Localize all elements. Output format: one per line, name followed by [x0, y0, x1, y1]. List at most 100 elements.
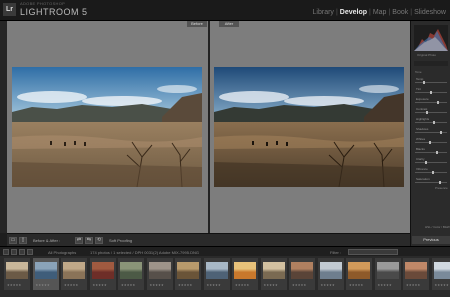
filmstrip-thumbnail[interactable]: ★★★★★ [431, 258, 450, 290]
filmstrip-thumbnail[interactable]: ★★★★★ [289, 258, 315, 290]
thumbnail-image [91, 262, 114, 279]
thumbnail-image [148, 262, 171, 279]
filmstrip-thumbnail[interactable]: ★★★★★ [346, 258, 372, 290]
filmstrip-thumbnail[interactable]: ★★★★★ [61, 258, 87, 290]
filmstrip-thumbnail[interactable]: ★★★★★ [203, 258, 230, 290]
thumbnail-rating: ★★★★★ [349, 283, 364, 287]
module-library[interactable]: Library [313, 9, 334, 16]
app-subtitle: ADOBE PHOTOSHOP [20, 1, 66, 6]
filter-dropdown[interactable] [348, 249, 398, 255]
slider-label: Shadows [416, 127, 429, 131]
slider-thumb[interactable] [423, 81, 425, 84]
filmstrip-thumbnail[interactable]: ★★★★★ [232, 258, 258, 290]
thumbnail-image [6, 262, 28, 279]
filmstrip-thumbnail[interactable]: ★★★★★ [89, 258, 116, 290]
filmstrip-thumbnail[interactable]: ★★★★★ [374, 258, 401, 290]
thumbnail-rating: ★★★★★ [320, 283, 335, 287]
hsl-section-label[interactable]: HSL / Color / B&W [425, 225, 450, 229]
module-develop[interactable]: Develop [340, 9, 367, 16]
thumbnail-image [348, 262, 370, 279]
slider-label: Highlights [416, 117, 430, 121]
slider-label: Clarity [416, 157, 425, 161]
slider-label: Vibrance [416, 167, 428, 171]
filmstrip-thumbnail[interactable]: ★★★★★ [260, 258, 287, 290]
copy-settings-icon[interactable]: ⇄ [75, 237, 83, 244]
filmstrip-thumbnail[interactable]: ★★★★★ [403, 258, 429, 290]
grid-view-icon[interactable] [3, 249, 9, 255]
forward-arrow-icon[interactable] [27, 249, 33, 255]
filmstrip-status: 174 photos / 1 selected / DPH 0031(2) Ad… [90, 250, 199, 255]
back-arrow-icon[interactable] [19, 249, 25, 255]
after-label: After [219, 21, 239, 27]
loupe-icon[interactable] [11, 249, 17, 255]
slider-thumb[interactable] [436, 151, 438, 154]
slider-track[interactable] [415, 102, 447, 103]
histogram[interactable] [414, 25, 448, 51]
slider-thumb[interactable] [425, 161, 427, 164]
module-picker: Library | Develop | Map | Book | Slidesh… [313, 9, 446, 16]
module-map[interactable]: Map [373, 9, 387, 16]
filmstrip-thumbnail[interactable]: ★★★★★ [175, 258, 201, 290]
slider-track[interactable] [415, 112, 447, 113]
slider-track[interactable] [415, 182, 447, 183]
filmstrip-thumbnail[interactable]: ★★★★★ [146, 258, 173, 290]
thumbnail-image [433, 262, 450, 279]
left-panel-collapsed[interactable] [0, 21, 7, 233]
thumbnail-image [376, 262, 399, 279]
thumbnail-image [262, 262, 285, 279]
soft-proofing-label[interactable]: Soft Proofing [109, 238, 132, 243]
thumbnail-rating: ★★★★★ [377, 283, 392, 287]
thumbnail-image [205, 262, 228, 279]
thumbnail-rating: ★★★★★ [292, 283, 307, 287]
slider-thumb[interactable] [440, 131, 442, 134]
histogram-caption: Original Photo [417, 53, 437, 57]
thumbnail-image [120, 262, 142, 279]
swap-icon[interactable]: ⇆ [85, 237, 93, 244]
slider-track[interactable] [415, 172, 447, 173]
thumbnail-rating: ★★★★★ [406, 283, 421, 287]
app-title: LIGHTROOM 5 [20, 7, 88, 17]
filmstrip-thumbnail[interactable]: ★★★★★ [118, 258, 144, 290]
filmstrip-thumbnail[interactable]: ★★★★★ [32, 258, 59, 290]
slider-thumb[interactable] [430, 91, 432, 94]
slider-thumb[interactable] [439, 181, 441, 184]
thumbnail-image [291, 262, 313, 279]
slider-thumb[interactable] [429, 141, 431, 144]
slider-label: Saturation [416, 177, 430, 181]
slider-thumb[interactable] [437, 101, 439, 104]
thumbnail-image [405, 262, 427, 279]
slider-track[interactable] [415, 132, 447, 133]
slider-thumb[interactable] [433, 121, 435, 124]
filmstrip-thumbnail[interactable]: ★★★★★ [4, 258, 30, 290]
module-slideshow[interactable]: Slideshow [414, 9, 446, 16]
slider-track[interactable] [415, 82, 447, 83]
before-after-icon[interactable]: ▯ [19, 237, 27, 244]
section-tone: Tone [415, 70, 422, 74]
thumbnail-image [319, 262, 342, 279]
thumbnail-rating: ★★★★★ [434, 283, 449, 287]
slider-track[interactable] [415, 162, 447, 163]
develop-toolbar: ▭ ▯ Before & After : ⇄ ⇆ ⟲ Soft Proofing [7, 233, 410, 246]
after-photo[interactable] [214, 67, 404, 187]
thumbnail-rating: ★★★★★ [35, 283, 50, 287]
thumbnail-rating: ★★★★★ [7, 283, 22, 287]
before-photo[interactable] [12, 67, 202, 187]
thumbnail-rating: ★★★★★ [121, 283, 136, 287]
before-after-mode-label: Before & After : [33, 238, 61, 243]
tool-strip[interactable] [414, 61, 448, 66]
filmstrip-thumbnail[interactable]: ★★★★★ [317, 258, 344, 290]
slider-track[interactable] [415, 142, 447, 143]
previous-button[interactable]: Previous [412, 236, 450, 244]
image-canvas[interactable]: Before After [7, 21, 410, 233]
slider-track[interactable] [415, 152, 447, 153]
thumbnail-rating: ★★★★★ [206, 283, 221, 287]
slider-track[interactable] [415, 122, 447, 123]
slider-thumb[interactable] [432, 171, 434, 174]
module-book[interactable]: Book [392, 9, 408, 16]
filmstrip-source[interactable]: All Photographs [48, 250, 76, 255]
slider-thumb[interactable] [426, 111, 428, 114]
sync-icon[interactable]: ⟲ [95, 237, 103, 244]
filmstrip-header: All Photographs 174 photos / 1 selected … [0, 246, 450, 256]
loupe-view-icon[interactable]: ▭ [9, 237, 17, 244]
slider-label: Whites [416, 137, 426, 141]
